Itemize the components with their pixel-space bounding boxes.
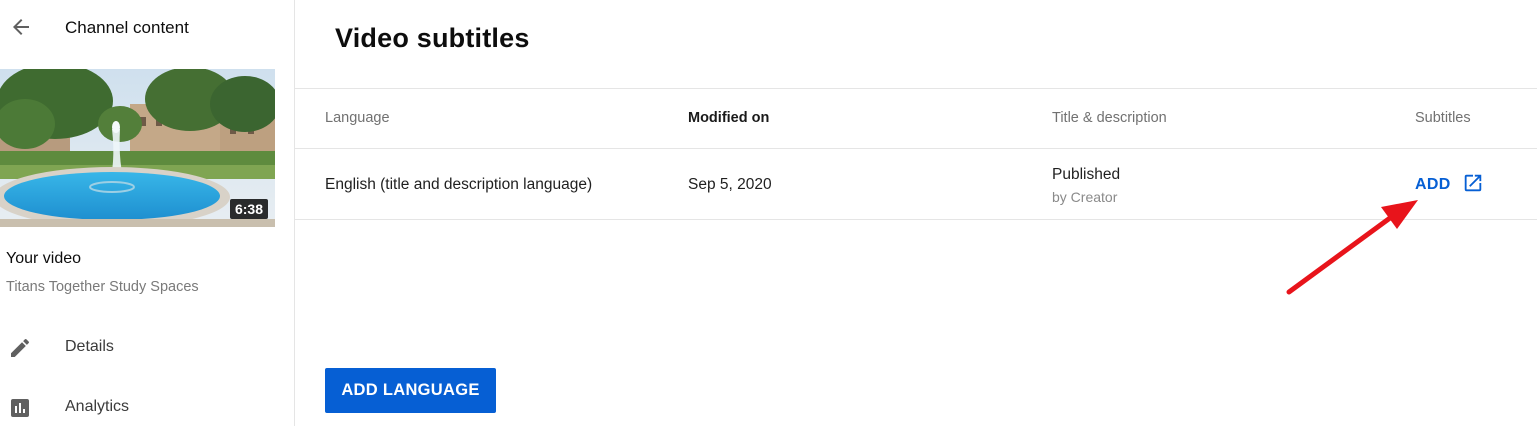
analytics-icon: [8, 396, 32, 420]
open-in-new-icon: [1462, 172, 1484, 199]
sidebar: Channel content 6:38 Your video Titans T…: [0, 0, 295, 426]
table-row: English (title and description language)…: [295, 149, 1537, 220]
back-button[interactable]: [6, 14, 36, 44]
arrow-left-icon: [9, 15, 33, 44]
table-header: Language Modified on Title & description…: [295, 89, 1537, 149]
header-language[interactable]: Language: [325, 110, 390, 126]
nav-item-analytics[interactable]: Analytics: [0, 383, 294, 426]
page-title: Video subtitles: [335, 23, 530, 53]
row-status: Published by Creator: [1052, 166, 1120, 205]
status-published: Published: [1052, 166, 1121, 183]
pencil-icon: [8, 336, 32, 360]
header-title-description[interactable]: Title & description: [1052, 110, 1167, 126]
page: Channel content 6:38 Your video Titans T…: [0, 0, 1537, 426]
add-language-button[interactable]: ADD LANGUAGE: [325, 368, 496, 413]
row-modified-date: Sep 5, 2020: [688, 176, 772, 193]
nav-label-details: Details: [65, 338, 114, 355]
video-title: Titans Together Study Spaces: [6, 279, 199, 295]
row-language: English (title and description language): [325, 176, 593, 193]
add-subtitles-label: ADD: [1415, 176, 1451, 193]
your-video-heading: Your video: [6, 250, 82, 267]
nav-item-details[interactable]: Details: [0, 323, 294, 373]
video-thumbnail[interactable]: 6:38: [0, 69, 275, 227]
status-by: by Creator: [1052, 189, 1118, 205]
back-label[interactable]: Channel content: [65, 18, 189, 38]
duration-badge: 6:38: [229, 199, 268, 219]
header-subtitles[interactable]: Subtitles: [1415, 110, 1471, 126]
subtitles-table: Language Modified on Title & description…: [295, 88, 1537, 220]
header-modified-on[interactable]: Modified on: [688, 110, 769, 126]
add-subtitles-button[interactable]: ADD: [1415, 173, 1484, 197]
main-content: Video subtitles Language Modified on Tit…: [295, 0, 1537, 426]
nav-label-analytics: Analytics: [65, 398, 130, 415]
back-row: Channel content: [0, 0, 294, 58]
